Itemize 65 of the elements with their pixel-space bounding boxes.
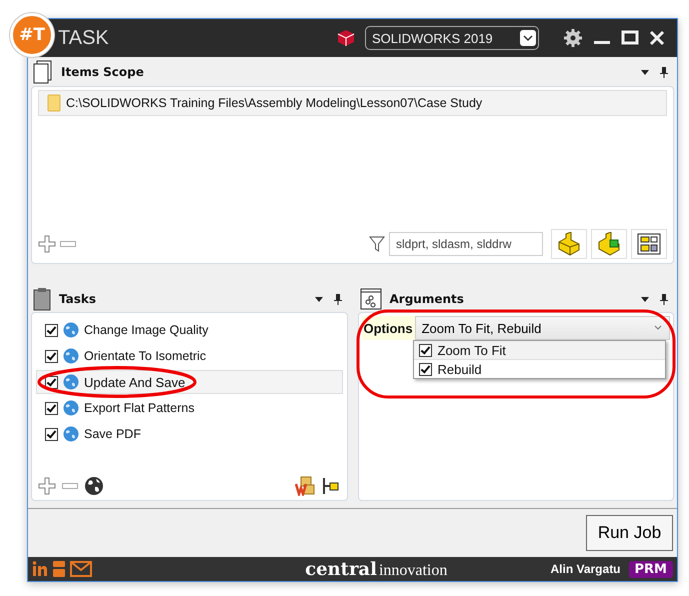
globe-icon: [63, 400, 79, 416]
window-icon: [360, 288, 382, 310]
dropdown-icon[interactable]: [314, 295, 324, 303]
linkedin-icon[interactable]: [32, 561, 48, 577]
checkbox[interactable]: [45, 428, 58, 440]
globe-icon: [63, 426, 79, 442]
brand-logo: centralinnovation: [305, 558, 448, 580]
panel-title: Tasks: [59, 292, 96, 306]
chevron-icon: [520, 30, 536, 46]
globe-icon: [63, 374, 79, 390]
task-label: Save PDF: [84, 427, 141, 441]
task-label: Orientate To Isometric: [84, 349, 206, 363]
cube-icon: [337, 29, 355, 47]
pin-icon[interactable]: [334, 294, 342, 304]
document-icon: [33, 60, 53, 84]
options-label: Options: [362, 316, 415, 340]
task-item[interactable]: Orientate To Isometric: [36, 344, 342, 368]
drawing-button[interactable]: [631, 229, 667, 259]
options-dropdown[interactable]: Zoom To Fit, Rebuild: [414, 316, 670, 340]
folder-item[interactable]: C:\SOLIDWORKS Training Files\Assembly Modeling\Lesson07\Case Study: [38, 90, 667, 116]
filter-field[interactable]: sldprt, sldasm, slddrw: [389, 232, 543, 256]
pin-icon[interactable]: [660, 294, 668, 304]
folder-icon: [47, 94, 61, 112]
chevron-icon: [653, 324, 663, 332]
mail-icon[interactable]: [70, 561, 92, 577]
option-label: Zoom To Fit: [438, 342, 506, 358]
version-dropdown[interactable]: SOLIDWORKS 2019: [365, 26, 539, 50]
checkbox[interactable]: [45, 350, 58, 362]
boxes-icon[interactable]: [294, 476, 314, 496]
pin-icon[interactable]: [660, 66, 668, 78]
task-label: Export Flat Patterns: [84, 401, 194, 415]
task-item[interactable]: Export Flat Patterns: [36, 396, 342, 420]
run-job-button[interactable]: Run Job: [586, 515, 673, 551]
task-label: Update And Save: [84, 374, 186, 390]
globe-icon: [63, 322, 79, 338]
task-item[interactable]: Save PDF: [36, 422, 342, 446]
panel-title: Arguments: [390, 292, 464, 306]
app-logo: #T: [10, 13, 54, 57]
clipboard-icon: [33, 287, 51, 311]
settings-icon[interactable]: [563, 28, 583, 48]
window-title: TASK: [58, 26, 109, 50]
maximize-icon[interactable]: [621, 30, 639, 46]
license-badge: PRM: [628, 560, 673, 578]
panel-title: Items Scope: [61, 65, 144, 79]
filter-icon: [369, 235, 385, 253]
assembly-button[interactable]: [591, 229, 627, 259]
globe-icon: [63, 348, 79, 364]
task-label: Change Image Quality: [84, 323, 208, 337]
option-label: Rebuild: [438, 362, 482, 376]
dropdown-icon[interactable]: [640, 295, 650, 303]
part-button[interactable]: [551, 229, 587, 259]
add-icon[interactable]: [38, 477, 56, 495]
hierarchy-icon[interactable]: [320, 476, 340, 496]
menu-item[interactable]: Zoom To Fit: [414, 341, 665, 360]
menu-item[interactable]: Rebuild: [414, 360, 665, 378]
checkbox[interactable]: [45, 324, 58, 336]
checkbox[interactable]: [45, 402, 58, 414]
close-icon[interactable]: [649, 30, 665, 46]
checkbox[interactable]: [418, 344, 432, 356]
add-icon[interactable]: [38, 235, 56, 253]
task-item[interactable]: Change Image Quality: [36, 318, 342, 342]
dropdown-icon[interactable]: [640, 68, 650, 76]
checkbox[interactable]: [418, 362, 432, 376]
globe-icon[interactable]: [84, 476, 104, 496]
user-name: Alin Vargatu: [550, 562, 621, 576]
